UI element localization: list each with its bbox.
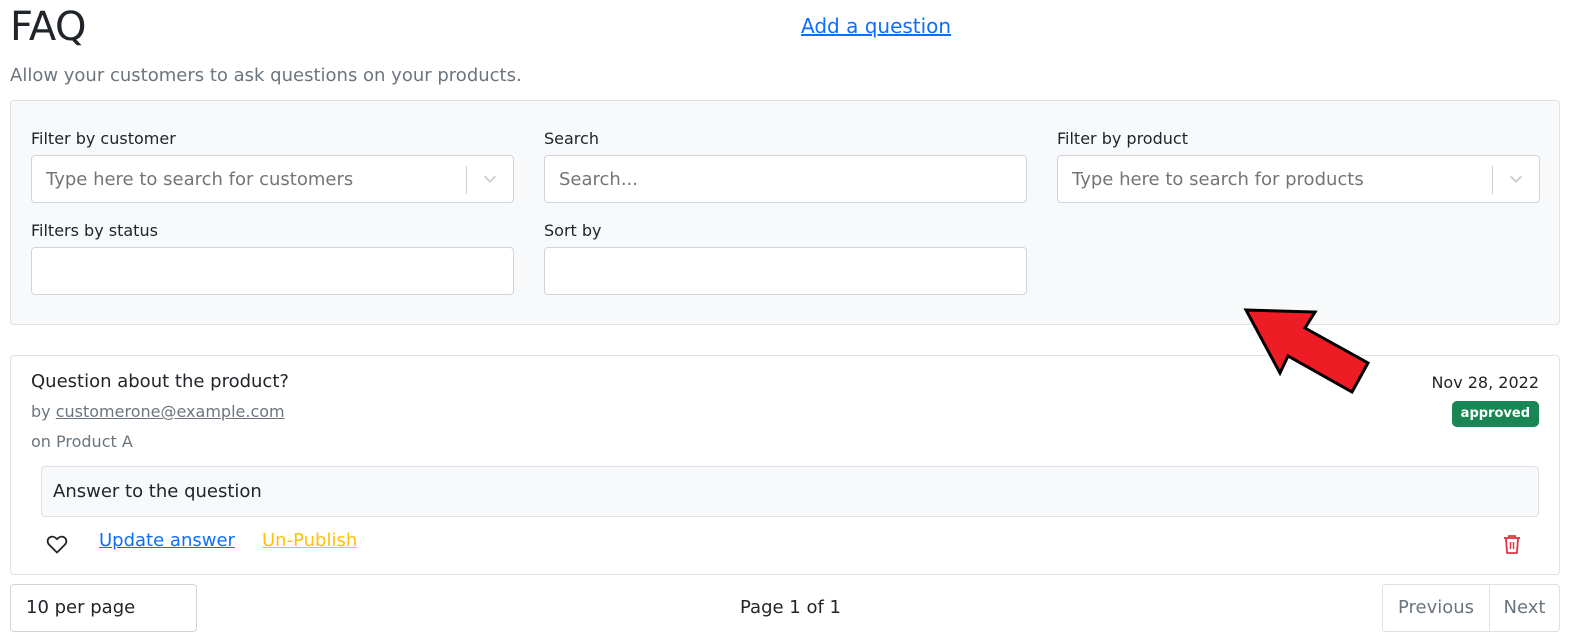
add-question-link[interactable]: Add a question bbox=[801, 14, 951, 38]
sort-by-select[interactable] bbox=[544, 247, 1027, 295]
heart-icon[interactable] bbox=[45, 532, 69, 556]
next-button[interactable]: Next bbox=[1490, 585, 1559, 631]
search-field[interactable] bbox=[544, 155, 1027, 203]
customer-filter-label: Filter by customer bbox=[31, 129, 176, 148]
unpublish-link[interactable]: Un-Publish bbox=[262, 530, 357, 551]
chevron-down-icon[interactable] bbox=[1507, 170, 1525, 188]
product-filter-select[interactable] bbox=[1057, 155, 1540, 203]
arrow-pointer-icon bbox=[1243, 308, 1371, 395]
page-title: FAQ bbox=[10, 4, 86, 50]
filters-panel: Filter by customer Search Filter by prod… bbox=[10, 100, 1560, 325]
search-label: Search bbox=[544, 129, 599, 148]
product-filter-label: Filter by product bbox=[1057, 129, 1188, 148]
page-info: Page 1 of 1 bbox=[740, 597, 841, 618]
author-email-link[interactable]: customerone@example.com bbox=[56, 402, 285, 421]
per-page-select[interactable]: 10 per page bbox=[10, 584, 197, 632]
faq-page: FAQ Add a question Allow your customers … bbox=[0, 0, 1578, 642]
search-input[interactable] bbox=[545, 156, 1026, 202]
previous-button[interactable]: Previous bbox=[1383, 585, 1490, 631]
customer-filter-input[interactable] bbox=[32, 156, 513, 202]
page-subtitle: Allow your customers to ask questions on… bbox=[10, 65, 522, 86]
sort-by-input[interactable] bbox=[545, 248, 1026, 294]
author-prefix: by bbox=[31, 402, 51, 421]
status-badge: approved bbox=[1451, 401, 1539, 427]
question-product: on Product A bbox=[31, 432, 133, 451]
answer-box: Answer to the question bbox=[41, 466, 1539, 517]
status-filter-input[interactable] bbox=[32, 248, 513, 294]
select-separator bbox=[466, 166, 467, 194]
pager: Previous Next bbox=[1382, 584, 1560, 632]
status-filter-label: Filters by status bbox=[31, 221, 158, 240]
question-author: by customerone@example.com bbox=[31, 402, 285, 421]
question-title: Question about the product? bbox=[31, 371, 289, 392]
sort-by-label: Sort by bbox=[544, 221, 602, 240]
question-date: Nov 28, 2022 bbox=[1431, 373, 1539, 392]
select-separator bbox=[1492, 166, 1493, 194]
update-answer-link[interactable]: Update answer bbox=[99, 530, 235, 551]
chevron-down-icon[interactable] bbox=[481, 170, 499, 188]
trash-icon[interactable] bbox=[1501, 533, 1523, 555]
customer-filter-select[interactable] bbox=[31, 155, 514, 203]
status-filter-select[interactable] bbox=[31, 247, 514, 295]
product-filter-input[interactable] bbox=[1058, 156, 1539, 202]
